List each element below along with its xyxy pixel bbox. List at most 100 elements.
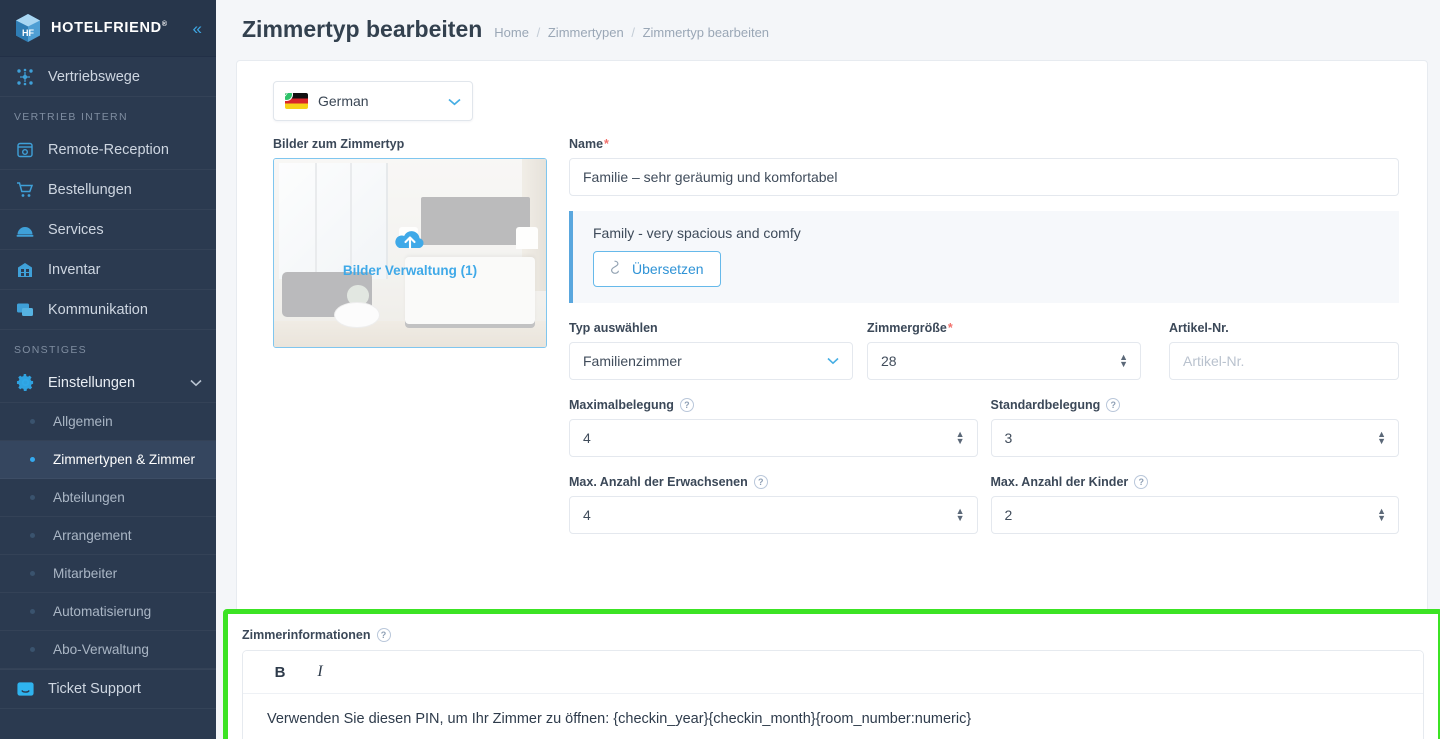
sidebar-subitem-label: Allgemein xyxy=(53,413,113,429)
sidebar-subitem-allgemein[interactable]: Allgemein xyxy=(0,403,216,441)
sidebar-subitem-label: Zimmertypen & Zimmer xyxy=(53,451,195,467)
name-label: Name * xyxy=(569,137,1399,151)
occupancy-row-1: Maximalbelegung ? ▲▼ Standardbelegung xyxy=(569,398,1399,457)
room-size-stepper[interactable]: ▲ ▼ xyxy=(1119,353,1128,369)
page-title: Zimmertyp bearbeiten xyxy=(242,16,483,42)
article-no-label-text: Artikel-Nr. xyxy=(1169,321,1229,335)
sidebar-item-inventar[interactable]: Inventar xyxy=(0,250,216,290)
max-occupancy-label: Maximalbelegung ? xyxy=(569,398,978,412)
collapse-sidebar-icon[interactable]: « xyxy=(191,20,204,37)
room-image-thumbnail[interactable]: Bilder Verwaltung (1) xyxy=(273,158,547,348)
room-information-highlight-region: Zimmerinformationen ? B I Verwenden Sie … xyxy=(223,609,1440,739)
room-information-label-text: Zimmerinformationen xyxy=(242,628,371,642)
room-information-editor: B I Verwenden Sie diesen PIN, um Ihr Zim… xyxy=(242,650,1424,739)
language-value: German xyxy=(318,93,369,109)
max-children-input-wrap: ▲▼ xyxy=(990,496,1399,534)
sidebar-item-label: Kommunikation xyxy=(48,301,148,318)
required-marker: * xyxy=(947,321,953,335)
translate-button[interactable]: Übersetzen xyxy=(593,251,721,287)
max-children-stepper[interactable]: ▲ ▼ xyxy=(1377,507,1386,523)
sidebar-subitem-label: Mitarbeiter xyxy=(53,565,118,581)
sidebar-item-einstellungen[interactable]: Einstellungen xyxy=(0,363,216,403)
gear-icon xyxy=(14,372,36,394)
standard-occupancy-stepper[interactable]: ▲ ▼ xyxy=(1377,430,1386,446)
sidebar-item-label: Remote-Reception xyxy=(48,141,169,158)
breadcrumb-zimmertypen[interactable]: Zimmertypen xyxy=(548,25,624,40)
required-marker: * xyxy=(604,137,609,151)
check-icon: ✓ xyxy=(285,93,293,101)
sidebar-subitem-arrangement[interactable]: Arrangement xyxy=(0,517,216,555)
standard-occupancy-input[interactable] xyxy=(990,419,1399,457)
type-select-label: Typ auswählen xyxy=(569,321,853,335)
bold-button[interactable]: B xyxy=(267,659,293,685)
type-select-label-text: Typ auswählen xyxy=(569,321,658,335)
max-adults-input[interactable] xyxy=(569,496,978,534)
breadcrumb-separator: / xyxy=(536,25,541,40)
sidebar-subitem-abo-verwaltung[interactable]: Abo-Verwaltung xyxy=(0,631,216,669)
sidebar-subitem-automatisierung[interactable]: Automatisierung xyxy=(0,593,216,631)
help-icon[interactable]: ? xyxy=(753,475,768,489)
max-children-input[interactable] xyxy=(990,496,1399,534)
help-icon[interactable]: ? xyxy=(1134,475,1149,489)
sidebar-brand: HF HOTELFRIEND® « xyxy=(0,0,216,57)
bullet-icon xyxy=(30,647,35,652)
fields-column: Name * Family - very spacious and comfy xyxy=(569,137,1399,534)
article-no-input[interactable] xyxy=(1169,342,1399,380)
sidebar-item-services[interactable]: Services xyxy=(0,210,216,250)
sidebar-item-kommunikation[interactable]: Kommunikation xyxy=(0,290,216,330)
help-icon[interactable]: ? xyxy=(1106,398,1121,412)
help-icon[interactable]: ? xyxy=(679,398,694,412)
bullet-icon xyxy=(30,571,35,576)
bullet-icon xyxy=(30,457,35,462)
room-information-textarea[interactable]: Verwenden Sie diesen PIN, um Ihr Zimmer … xyxy=(243,694,1423,739)
distribution-icon xyxy=(14,66,36,88)
sidebar-item-bestellungen[interactable]: Bestellungen xyxy=(0,170,216,210)
language-selector[interactable]: ✓ German xyxy=(273,81,473,121)
type-select-dropdown[interactable]: Familienzimmer xyxy=(569,342,853,380)
brand-registered-mark: ® xyxy=(161,21,168,29)
sidebar-section-vertrieb-intern: VERTRIEB INTERN xyxy=(14,111,128,123)
max-occupancy-stepper[interactable]: ▲ ▼ xyxy=(956,430,965,446)
sidebar-subitem-abteilungen[interactable]: Abteilungen xyxy=(0,479,216,517)
sidebar-item-label: Services xyxy=(48,221,104,238)
sidebar-item-remote-reception[interactable]: Remote-Reception xyxy=(0,130,216,170)
article-no-field: Artikel-Nr. xyxy=(1169,321,1399,380)
translate-icon xyxy=(610,260,623,278)
max-adults-label-text: Max. Anzahl der Erwachsenen xyxy=(569,475,748,489)
name-input[interactable] xyxy=(569,158,1399,196)
images-upload-overlay[interactable]: Bilder Verwaltung (1) xyxy=(274,159,546,347)
sidebar-item-label: Ticket Support xyxy=(48,681,141,697)
form-columns: Bilder zum Zimmertyp Bilder Verwaltung (… xyxy=(273,137,1399,534)
page-header: Zimmertyp bearbeiten Home / Zimmertypen … xyxy=(216,0,1440,43)
max-adults-stepper[interactable]: ▲ ▼ xyxy=(956,507,965,523)
type-select-value: Familienzimmer xyxy=(583,353,682,369)
support-chat-icon xyxy=(14,678,36,700)
remote-reception-icon xyxy=(14,139,36,161)
app-root: HF HOTELFRIEND® « Vertriebswege VERTRIEB… xyxy=(0,0,1440,739)
images-label: Bilder zum Zimmertyp xyxy=(273,137,553,151)
translate-button-label: Übersetzen xyxy=(632,261,704,277)
main-content: Zimmertyp bearbeiten Home / Zimmertypen … xyxy=(216,0,1440,739)
editor-toolbar: B I xyxy=(243,651,1423,694)
standard-occupancy-label-text: Standardbelegung xyxy=(990,398,1101,412)
breadcrumb-home[interactable]: Home xyxy=(494,25,529,40)
max-occupancy-input[interactable] xyxy=(569,419,978,457)
chevron-down-icon xyxy=(190,376,202,390)
sidebar-subitem-mitarbeiter[interactable]: Mitarbeiter xyxy=(0,555,216,593)
article-no-label: Artikel-Nr. xyxy=(1169,321,1399,335)
room-size-field: Zimmergröße * ▲▼ xyxy=(867,321,1141,380)
help-icon[interactable]: ? xyxy=(376,628,391,642)
sidebar-scroll: Vertriebswege VERTRIEB INTERN Remote-Rec… xyxy=(0,57,216,739)
italic-button[interactable]: I xyxy=(307,659,333,685)
sidebar-subitem-zimmertypen-zimmer[interactable]: Zimmertypen & Zimmer xyxy=(0,441,216,479)
hotelfriend-logo-icon: HF xyxy=(14,13,42,43)
max-occupancy-input-wrap: ▲▼ xyxy=(569,419,978,457)
sidebar-subitem-label: Abteilungen xyxy=(53,489,125,505)
images-overlay-label: Bilder Verwaltung (1) xyxy=(342,263,478,278)
room-information-label: Zimmerinformationen ? xyxy=(242,628,1424,642)
sidebar-item-ticket-support[interactable]: Ticket Support xyxy=(0,669,216,709)
room-size-input[interactable] xyxy=(867,342,1141,380)
images-column: Bilder zum Zimmertyp Bilder Verwaltung (… xyxy=(273,137,553,534)
sidebar-item-vertriebswege[interactable]: Vertriebswege xyxy=(0,57,216,97)
chevron-down-icon xyxy=(448,94,461,109)
